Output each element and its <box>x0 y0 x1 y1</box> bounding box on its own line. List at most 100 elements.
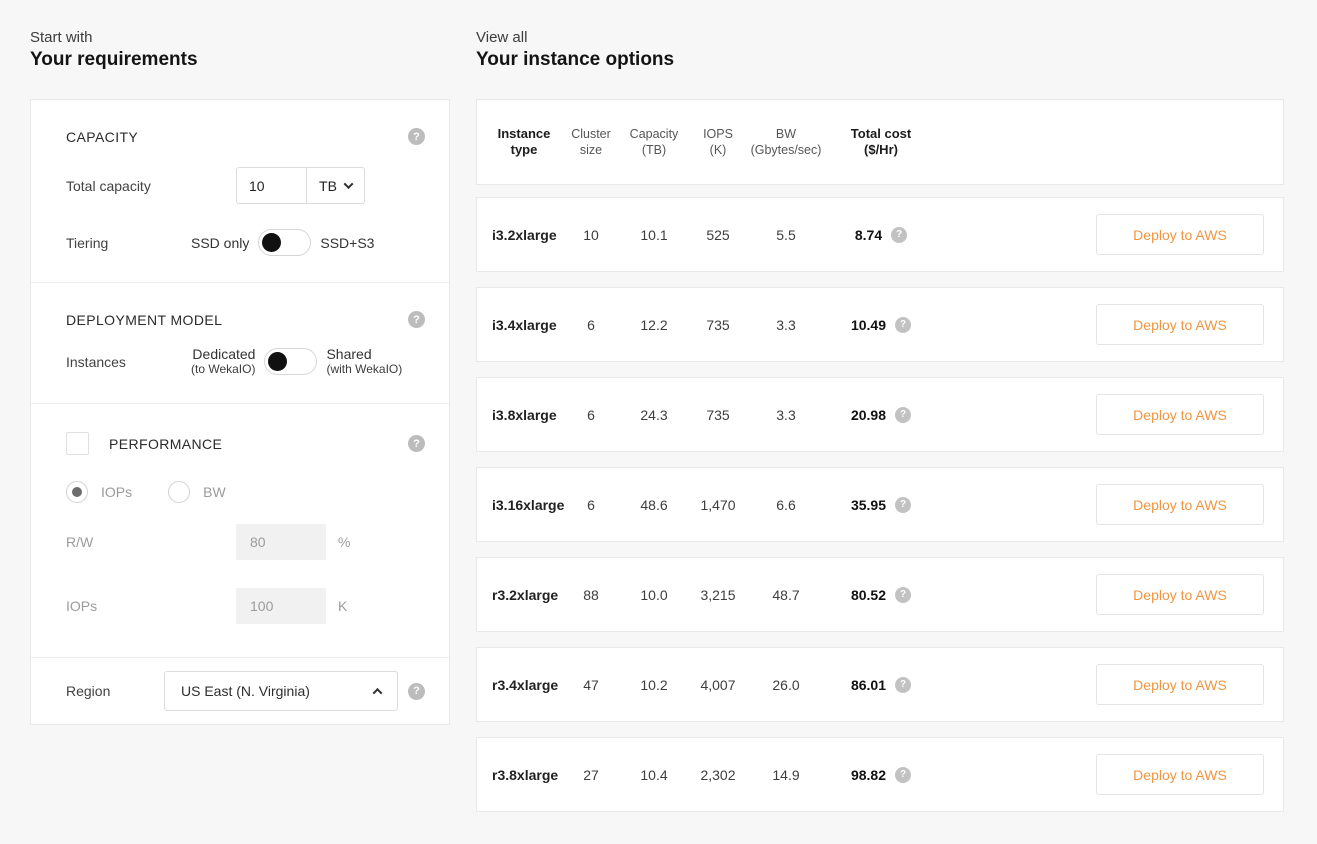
instances-toggle[interactable] <box>264 348 317 375</box>
instance-type: r3.8xlarge <box>485 767 563 783</box>
cost-help-icon[interactable]: ? <box>895 497 911 513</box>
total-cost: 98.82 <box>851 767 886 783</box>
chevron-down-icon <box>343 179 353 189</box>
total-capacity-input[interactable] <box>236 167 306 204</box>
capacity-heading: CAPACITY <box>66 129 138 145</box>
column-header-total-cost: Total cost($/Hr) <box>825 126 937 158</box>
cost-help-icon[interactable]: ? <box>895 317 911 333</box>
page: Start with Your requirements CAPACITY ? … <box>0 0 1317 827</box>
instances-option-dedicated-sub: (to WekaIO) <box>191 362 255 377</box>
tiering-label: Tiering <box>66 235 191 251</box>
deploy-to-aws-button[interactable]: Deploy to AWS <box>1096 574 1264 615</box>
bw-gbytes: 26.0 <box>747 677 825 693</box>
capacity-tb: 10.1 <box>619 227 689 243</box>
deploy-to-aws-button[interactable]: Deploy to AWS <box>1096 394 1264 435</box>
capacity-tb: 24.3 <box>619 407 689 423</box>
total-cost: 20.98 <box>851 407 886 423</box>
cost-help-icon[interactable]: ? <box>895 407 911 423</box>
instance-type: i3.16xlarge <box>485 497 563 513</box>
total-cost: 80.52 <box>851 587 886 603</box>
total-capacity-label: Total capacity <box>66 178 236 194</box>
cost-help-icon[interactable]: ? <box>891 227 907 243</box>
instance-row: r3.4xlarge 47 10.2 4,007 26.0 86.01 ? De… <box>476 647 1284 722</box>
deploy-to-aws-button[interactable]: Deploy to AWS <box>1096 664 1264 705</box>
rw-input[interactable] <box>236 524 326 560</box>
region-label: Region <box>66 683 164 699</box>
iops-label: IOPs <box>66 598 236 614</box>
cost-help-icon[interactable]: ? <box>895 767 911 783</box>
requirements-header: Start with Your requirements <box>30 28 450 72</box>
iops-k: 735 <box>689 407 747 423</box>
requirements-title: Your requirements <box>30 48 450 72</box>
table-header: Instancetype Clustersize Capacity(TB) IO… <box>476 99 1284 185</box>
region-select[interactable]: US East (N. Virginia) <box>164 671 398 711</box>
bw-gbytes: 5.5 <box>747 227 825 243</box>
instances-option-dedicated: Dedicated (to WekaIO) <box>191 346 255 377</box>
capacity-unit-value: TB <box>319 178 337 194</box>
cluster-size: 6 <box>563 317 619 333</box>
capacity-tb: 12.2 <box>619 317 689 333</box>
instance-row: r3.8xlarge 27 10.4 2,302 14.9 98.82 ? De… <box>476 737 1284 812</box>
radio-iops[interactable]: IOPs <box>66 481 132 503</box>
total-cost: 86.01 <box>851 677 886 693</box>
toggle-knob <box>268 352 287 371</box>
iops-k: 525 <box>689 227 747 243</box>
region-help-icon[interactable]: ? <box>408 683 425 700</box>
iops-unit: K <box>338 598 347 614</box>
column-header-cluster-size: Clustersize <box>563 126 619 158</box>
performance-checkbox[interactable] <box>66 432 89 455</box>
column-header-capacity: Capacity(TB) <box>619 126 689 158</box>
bw-gbytes: 6.6 <box>747 497 825 513</box>
instance-row: i3.2xlarge 10 10.1 525 5.5 8.74 ? Deploy… <box>476 197 1284 272</box>
region-value: US East (N. Virginia) <box>181 683 310 699</box>
capacity-help-icon[interactable]: ? <box>408 128 425 145</box>
requirements-card: CAPACITY ? Total capacity TB Tiering <box>30 99 450 725</box>
cost-help-icon[interactable]: ? <box>895 677 911 693</box>
cluster-size: 6 <box>563 407 619 423</box>
instance-options-header: View all Your instance options <box>476 28 1284 72</box>
deploy-to-aws-button[interactable]: Deploy to AWS <box>1096 484 1264 525</box>
total-cost: 10.49 <box>851 317 886 333</box>
tiering-option-ssd-only: SSD only <box>191 235 249 251</box>
instances-label: Instances <box>66 354 191 370</box>
performance-help-icon[interactable]: ? <box>408 435 425 452</box>
deployment-heading: DEPLOYMENT MODEL <box>66 312 222 328</box>
instance-row: i3.16xlarge 6 48.6 1,470 6.6 35.95 ? Dep… <box>476 467 1284 542</box>
radio-bw[interactable]: BW <box>168 481 226 503</box>
cluster-size: 88 <box>563 587 619 603</box>
bw-gbytes: 3.3 <box>747 407 825 423</box>
column-header-instance-type: Instancetype <box>485 126 563 158</box>
instance-type: i3.2xlarge <box>485 227 563 243</box>
performance-heading: PERFORMANCE <box>109 436 222 452</box>
bw-gbytes: 3.3 <box>747 317 825 333</box>
region-section: Region US East (N. Virginia) ? <box>31 657 449 724</box>
deployment-model-section: DEPLOYMENT MODEL ? Instances Dedicated (… <box>31 282 449 403</box>
cluster-size: 47 <box>563 677 619 693</box>
tiering-option-ssd-s3: SSD+S3 <box>320 235 374 251</box>
capacity-unit-select[interactable]: TB <box>306 167 365 204</box>
instance-row: i3.8xlarge 6 24.3 735 3.3 20.98 ? Deploy… <box>476 377 1284 452</box>
iops-input[interactable] <box>236 588 326 624</box>
requirements-eyebrow: Start with <box>30 28 450 48</box>
bw-gbytes: 14.9 <box>747 767 825 783</box>
deploy-to-aws-button[interactable]: Deploy to AWS <box>1096 754 1264 795</box>
chevron-up-icon <box>373 687 383 697</box>
cluster-size: 10 <box>563 227 619 243</box>
tiering-toggle[interactable] <box>258 229 311 256</box>
rw-label: R/W <box>66 534 236 550</box>
instance-options-title: Your instance options <box>476 48 1284 72</box>
deploy-to-aws-button[interactable]: Deploy to AWS <box>1096 214 1264 255</box>
radio-selected-dot <box>72 487 82 497</box>
deployment-help-icon[interactable]: ? <box>408 311 425 328</box>
instance-type: r3.4xlarge <box>485 677 563 693</box>
radio-bw-label: BW <box>203 484 226 500</box>
instance-row: r3.2xlarge 88 10.0 3,215 48.7 80.52 ? De… <box>476 557 1284 632</box>
cost-help-icon[interactable]: ? <box>895 587 911 603</box>
deploy-to-aws-button[interactable]: Deploy to AWS <box>1096 304 1264 345</box>
toggle-knob <box>262 233 281 252</box>
capacity-tb: 10.0 <box>619 587 689 603</box>
iops-k: 735 <box>689 317 747 333</box>
radio-iops-ring <box>66 481 88 503</box>
instance-type: r3.2xlarge <box>485 587 563 603</box>
capacity-tb: 10.4 <box>619 767 689 783</box>
